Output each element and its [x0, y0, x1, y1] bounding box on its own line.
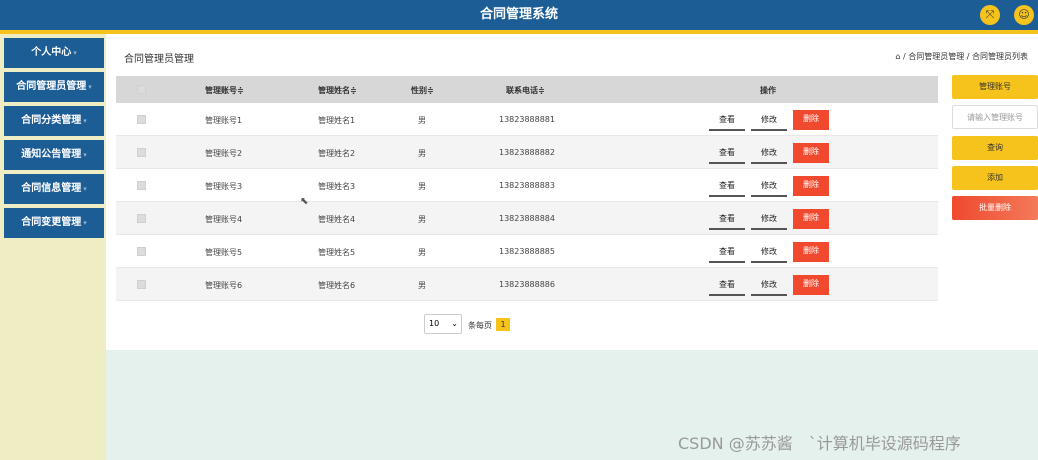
edit-button[interactable]: 修改	[751, 177, 787, 197]
delete-button[interactable]: 删除	[793, 275, 829, 295]
add-button[interactable]: 添加	[952, 166, 1038, 190]
chevron-down-icon: ⌄	[451, 319, 458, 328]
table-row: 管理账号1 管理姓名1 男 13823888881 查看 修改 删除	[116, 103, 938, 136]
app-title: 合同管理系统	[479, 7, 558, 22]
view-button[interactable]: 查看	[709, 210, 745, 230]
header-accent-line	[0, 30, 1038, 34]
header-actions: 操作	[760, 86, 776, 95]
mouse-cursor-icon: ⬉	[300, 196, 309, 207]
user-icon[interactable]: ☺	[1014, 5, 1034, 25]
sidebar-item-personal-center[interactable]: 个人中心 ▾	[4, 38, 104, 68]
account-label: 管理账号	[952, 75, 1038, 99]
cell-gender: 男	[418, 149, 426, 158]
cell-name: 管理姓名1	[318, 116, 356, 125]
cell-account: 管理账号1	[205, 116, 243, 125]
cell-name: 管理姓名5	[318, 248, 356, 257]
select-all-checkbox[interactable]	[137, 85, 146, 94]
per-page-label: 条每页	[468, 321, 492, 330]
cell-name: 管理姓名3	[318, 182, 356, 191]
sidebar-item-admin-management[interactable]: 合同管理员管理 ▾	[4, 72, 104, 102]
table-row: 管理账号5 管理姓名5 男 13823888885 查看 修改 删除	[116, 235, 938, 268]
breadcrumb-text: / 合同管理员管理 / 合同管理员列表	[902, 52, 1028, 61]
home-icon[interactable]: ⌂	[895, 52, 900, 61]
cell-gender: 男	[418, 215, 426, 224]
cell-account: 管理账号4	[205, 215, 243, 224]
sidebar-item-category-management[interactable]: 合同分类管理 ▾	[4, 106, 104, 136]
delete-button[interactable]: 删除	[793, 209, 829, 229]
edit-button[interactable]: 修改	[751, 111, 787, 131]
fullscreen-icon[interactable]: ⤧	[980, 5, 1000, 25]
delete-button[interactable]: 删除	[793, 110, 829, 130]
view-button[interactable]: 查看	[709, 276, 745, 296]
cell-account: 管理账号6	[205, 281, 243, 290]
sidebar: 个人中心 ▾ 合同管理员管理 ▾ 合同分类管理 ▾ 通知公告管理 ▾ 合同信息管理 ▾ 合…	[0, 34, 106, 460]
cell-phone: 13823888883	[499, 181, 555, 190]
delete-button[interactable]: 删除	[793, 176, 829, 196]
edit-button[interactable]: 修改	[751, 144, 787, 164]
row-checkbox[interactable]	[137, 247, 146, 256]
cell-gender: 男	[418, 248, 426, 257]
cell-account: 管理账号5	[205, 248, 243, 257]
view-button[interactable]: 查看	[709, 111, 745, 131]
delete-button[interactable]: 删除	[793, 242, 829, 262]
edit-button[interactable]: 修改	[751, 243, 787, 263]
cell-name: 管理姓名4	[318, 215, 356, 224]
cell-account: 管理账号3	[205, 182, 243, 191]
batch-delete-button[interactable]: 批量删除	[952, 196, 1038, 220]
current-page[interactable]: 1	[496, 318, 510, 331]
sidebar-item-contract-info[interactable]: 合同信息管理 ▾	[4, 174, 104, 204]
view-button[interactable]: 查看	[709, 177, 745, 197]
edit-button[interactable]: 修改	[751, 276, 787, 296]
cell-gender: 男	[418, 182, 426, 191]
table-row: 管理账号2 管理姓名2 男 13823888882 查看 修改 删除	[116, 136, 938, 169]
table-row: 管理账号6 管理姓名6 男 13823888886 查看 修改 删除	[116, 268, 938, 301]
page-size-value: 10	[429, 319, 440, 328]
watermark: CSDN @苏苏酱 `计算机毕设源码程序	[678, 434, 961, 453]
header-phone[interactable]: 联系电话≑	[506, 85, 545, 96]
sidebar-item-notice-management[interactable]: 通知公告管理 ▾	[4, 140, 104, 170]
row-checkbox[interactable]	[137, 148, 146, 157]
row-checkbox[interactable]	[137, 115, 146, 124]
edit-button[interactable]: 修改	[751, 210, 787, 230]
cell-name: 管理姓名2	[318, 149, 356, 158]
cell-phone: 13823888881	[499, 115, 555, 124]
top-bar: 合同管理系统 ⤧ ☺	[0, 0, 1038, 30]
row-checkbox[interactable]	[137, 280, 146, 289]
table-header: 管理账号≑ 管理姓名≑ 性别≑ 联系电话≑ 操作	[116, 76, 938, 103]
table-row: 管理账号4 管理姓名4 男 13823888884 查看 修改 删除	[116, 202, 938, 235]
row-checkbox[interactable]	[137, 181, 146, 190]
view-button[interactable]: 查看	[709, 144, 745, 164]
cell-name: 管理姓名6	[318, 281, 356, 290]
cell-account: 管理账号2	[205, 149, 243, 158]
page-title: 合同管理员管理	[124, 54, 194, 65]
cell-phone: 13823888886	[499, 280, 555, 289]
cell-gender: 男	[418, 116, 426, 125]
row-checkbox[interactable]	[137, 214, 146, 223]
delete-button[interactable]: 删除	[793, 143, 829, 163]
header-name[interactable]: 管理姓名≑	[318, 85, 357, 96]
header-gender[interactable]: 性别≑	[411, 85, 434, 96]
cell-phone: 13823888882	[499, 148, 555, 157]
cell-phone: 13823888885	[499, 247, 555, 256]
account-search-input[interactable]: 请输入管理账号	[952, 105, 1038, 129]
header-account[interactable]: 管理账号≑	[205, 85, 244, 96]
search-button[interactable]: 查询	[952, 136, 1038, 160]
cell-phone: 13823888884	[499, 214, 555, 223]
breadcrumb: ⌂ / 合同管理员管理 / 合同管理员列表	[895, 51, 1028, 62]
view-button[interactable]: 查看	[709, 243, 745, 263]
cell-gender: 男	[418, 281, 426, 290]
sidebar-item-contract-change[interactable]: 合同变更管理 ▾	[4, 208, 104, 238]
page-size-select[interactable]: 10 ⌄	[424, 314, 462, 334]
table-row: 管理账号3 管理姓名3 男 13823888883 查看 修改 删除	[116, 169, 938, 202]
